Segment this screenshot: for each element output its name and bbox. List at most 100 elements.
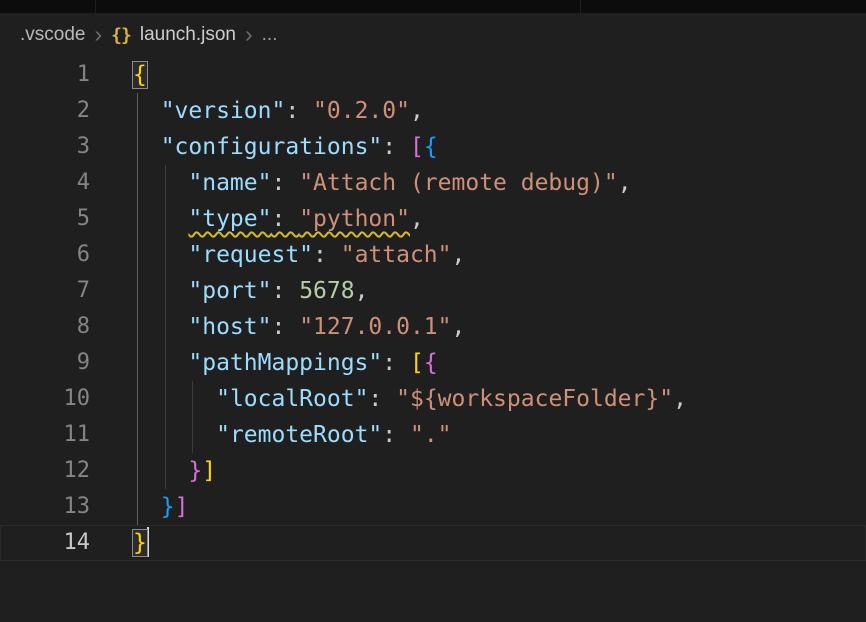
code-line[interactable]: 9 "pathMappings": [{ — [0, 345, 866, 381]
code-text: "request": "attach", — [133, 237, 465, 273]
code-token — [133, 422, 216, 448]
code-text: "pathMappings": [{ — [133, 345, 438, 381]
code-text: "configurations": [{ — [133, 129, 438, 165]
code-text: "remoteRoot": "." — [133, 417, 452, 453]
code-line[interactable]: 1{ — [0, 57, 866, 93]
code-token: "request" — [188, 242, 313, 268]
line-number[interactable]: 3 — [0, 129, 90, 165]
code-token: "python" — [299, 206, 410, 232]
code-line[interactable]: 6 "request": "attach", — [0, 237, 866, 273]
code-token: { — [424, 350, 438, 376]
code-token: : — [382, 134, 410, 160]
code-token: "remoteRoot" — [216, 422, 382, 448]
line-number[interactable]: 14 — [0, 525, 90, 561]
code-token: , — [452, 242, 466, 268]
code-line[interactable]: 11 "remoteRoot": "." — [0, 417, 866, 453]
code-line[interactable]: 3 "configurations": [{ — [0, 129, 866, 165]
code-token: "." — [410, 422, 452, 448]
chevron-right-icon: › — [245, 23, 253, 46]
code-token: , — [673, 386, 687, 412]
json-file-icon: {} — [111, 25, 131, 46]
code-line[interactable]: 10 "localRoot": "${workspaceFolder}", — [0, 381, 866, 417]
code-token — [133, 314, 188, 340]
code-token — [133, 386, 216, 412]
line-number[interactable]: 6 — [0, 237, 90, 273]
code-token: : — [313, 242, 341, 268]
code-token: "configurations" — [161, 134, 383, 160]
line-number[interactable]: 13 — [0, 489, 90, 525]
code-text: }] — [133, 453, 216, 489]
code-token: : — [271, 206, 299, 232]
code-token: { — [424, 134, 438, 160]
code-token: "name" — [188, 170, 271, 196]
code-token: "type" — [188, 206, 271, 232]
code-token: : — [271, 314, 299, 340]
code-token: "host" — [188, 314, 271, 340]
code-token: : — [271, 170, 299, 196]
tab-separator — [95, 0, 96, 13]
code-text: "name": "Attach (remote debug)", — [133, 165, 632, 201]
bracket-match: { — [133, 62, 147, 88]
code-token: , — [410, 98, 424, 124]
code-text: "port": 5678, — [133, 273, 368, 309]
breadcrumb: .vscode › {} launch.json › ... — [0, 13, 866, 57]
breadcrumb-symbol-ellipsis[interactable]: ... — [262, 24, 278, 46]
code-token: "Attach (remote debug)" — [299, 170, 618, 196]
code-text: "type": "python", — [133, 201, 424, 237]
code-token: , — [410, 206, 424, 232]
line-number[interactable]: 9 — [0, 345, 90, 381]
line-number[interactable]: 5 — [0, 201, 90, 237]
code-token: } — [188, 458, 202, 484]
code-token: "port" — [188, 278, 271, 304]
chevron-right-icon: › — [94, 23, 102, 46]
code-token: : — [271, 278, 299, 304]
code-token — [133, 350, 188, 376]
code-token: "pathMappings" — [188, 350, 382, 376]
code-token — [133, 242, 188, 268]
bracket-match: } — [133, 530, 147, 556]
tab-strip — [0, 0, 866, 13]
code-token: : — [382, 350, 410, 376]
code-token: , — [452, 314, 466, 340]
code-token: "127.0.0.1" — [299, 314, 451, 340]
text-cursor — [147, 527, 150, 557]
code-token — [133, 98, 161, 124]
code-token: 5678 — [299, 278, 354, 304]
line-number[interactable]: 7 — [0, 273, 90, 309]
code-text: { — [133, 57, 147, 93]
code-token — [133, 278, 188, 304]
code-token: [ — [410, 134, 424, 160]
code-text: "host": "127.0.0.1", — [133, 309, 465, 345]
code-lines: 1{2 "version": "0.2.0",3 "configurations… — [0, 57, 866, 561]
line-number[interactable]: 12 — [0, 453, 90, 489]
breadcrumb-item-folder[interactable]: .vscode — [20, 24, 85, 46]
code-line[interactable]: 5 "type": "python", — [0, 201, 866, 237]
code-token: ] — [175, 494, 189, 520]
line-number[interactable]: 2 — [0, 93, 90, 129]
tab-separator — [580, 0, 581, 13]
code-line[interactable]: 8 "host": "127.0.0.1", — [0, 309, 866, 345]
code-text: }] — [133, 489, 188, 525]
code-line[interactable]: 7 "port": 5678, — [0, 273, 866, 309]
code-token: "version" — [161, 98, 286, 124]
line-number[interactable]: 1 — [0, 57, 90, 93]
code-token: : — [382, 422, 410, 448]
code-token: "attach" — [341, 242, 452, 268]
code-line[interactable]: 13 }] — [0, 489, 866, 525]
code-token: , — [355, 278, 369, 304]
line-number[interactable]: 11 — [0, 417, 90, 453]
line-number[interactable]: 8 — [0, 309, 90, 345]
code-text: "version": "0.2.0", — [133, 93, 424, 129]
line-number[interactable]: 10 — [0, 381, 90, 417]
line-number[interactable]: 4 — [0, 165, 90, 201]
code-line[interactable]: 14} — [0, 525, 866, 561]
code-editor[interactable]: 1{2 "version": "0.2.0",3 "configurations… — [0, 57, 866, 561]
code-token: ] — [202, 458, 216, 484]
breadcrumb-item-file[interactable]: launch.json — [140, 24, 236, 46]
code-line[interactable]: 12 }] — [0, 453, 866, 489]
code-token: "localRoot" — [216, 386, 368, 412]
code-line[interactable]: 4 "name": "Attach (remote debug)", — [0, 165, 866, 201]
code-line[interactable]: 2 "version": "0.2.0", — [0, 93, 866, 129]
code-token: : — [285, 98, 313, 124]
code-token — [133, 494, 161, 520]
